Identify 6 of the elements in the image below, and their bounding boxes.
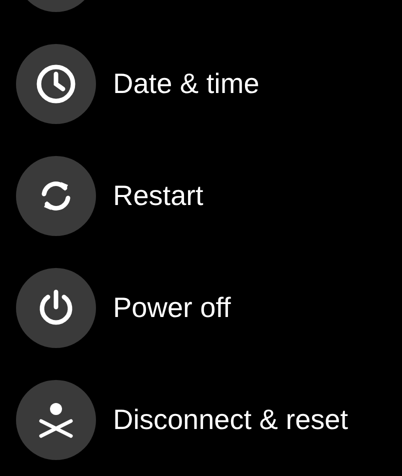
menu-item[interactable]: Disconnect & reset <box>113 404 348 436</box>
person-cross-icon <box>38 402 74 438</box>
clock-icon <box>36 64 76 104</box>
menu-item[interactable]: Power off <box>113 292 231 324</box>
menu-item[interactable]: Date & time <box>113 68 260 100</box>
menu-item[interactable]: Restart <box>113 180 204 212</box>
